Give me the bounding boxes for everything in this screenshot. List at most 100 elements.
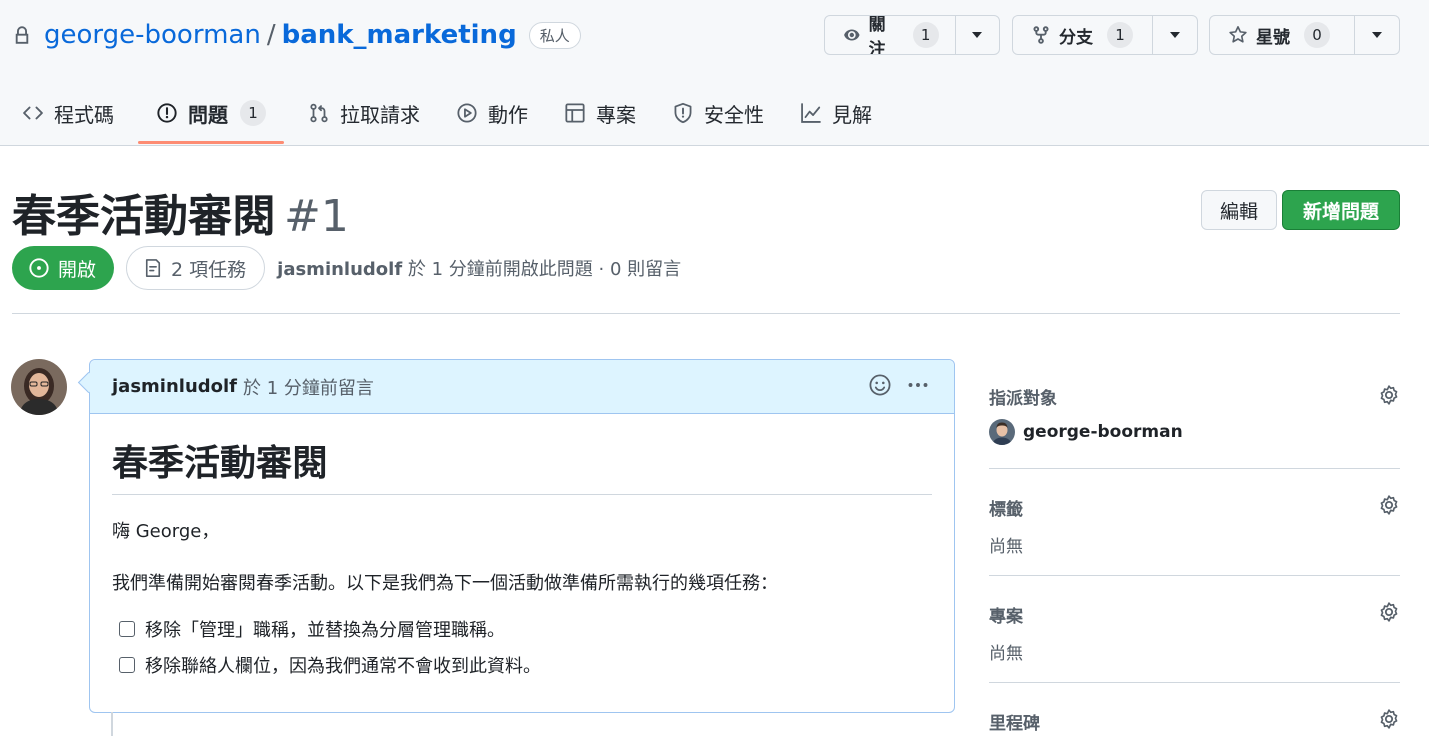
comment-body: 春季活動審閱 嗨 George， 我們準備開始審閱春季活動。以下是我們為下一個活… <box>90 414 954 683</box>
sidebar-milestone: 里程碑 <box>989 683 1400 736</box>
issue-meta-description: 於 1 分鐘前開啟此問題 · 0 則留言 <box>402 259 682 280</box>
issue-state-badge: 開啟 <box>12 246 115 290</box>
star-label: 星號 <box>1256 27 1290 48</box>
kebab-horizontal-icon[interactable] <box>906 373 930 397</box>
comment-author-link[interactable]: jasminludolf <box>112 376 237 397</box>
tab-issues-label: 問題 <box>188 102 228 127</box>
checklist-icon <box>145 259 161 277</box>
tab-security-label: 安全性 <box>704 102 764 127</box>
issue-state-label: 開啟 <box>58 258 97 281</box>
watch-button[interactable]: 關注 1 <box>825 16 956 54</box>
task-list: 移除「管理」職稱，並替換為分層管理職稱。 移除聯絡人欄位，因為我們通常不會收到此… <box>112 611 932 683</box>
lock-icon <box>15 26 29 44</box>
new-issue-button[interactable]: 新增問題 <box>1282 190 1400 230</box>
star-dropdown-button[interactable] <box>1355 16 1399 54</box>
comment-timestamp[interactable]: 於 1 分鐘前留言 <box>243 374 374 400</box>
comment-header: jasminludolf 於 1 分鐘前留言 <box>90 360 954 414</box>
comment-author-avatar[interactable] <box>11 359 67 415</box>
graph-icon <box>801 103 821 123</box>
gear-icon[interactable] <box>1378 494 1400 516</box>
sidebar-labels-empty: 尚無 <box>989 537 1023 557</box>
fork-button-group: 分支 1 <box>1012 15 1198 55</box>
comment-heading: 春季活動審閱 <box>112 434 932 495</box>
user-avatar-icon <box>989 419 1015 445</box>
sidebar-assignees-title[interactable]: 指派對象 <box>989 384 1057 409</box>
header-divider <box>12 313 1400 314</box>
tab-insights-label: 見解 <box>832 102 872 127</box>
task-list-item: 移除聯絡人欄位，因為我們通常不會收到此資料。 <box>112 647 932 683</box>
assignee-item[interactable]: george-boorman <box>989 419 1183 445</box>
star-icon <box>1229 26 1247 43</box>
tab-code-label: 程式碼 <box>54 102 114 127</box>
fork-button[interactable]: 分支 1 <box>1013 16 1153 54</box>
tab-pull-requests-label: 拉取請求 <box>340 102 420 127</box>
sidebar-projects-title[interactable]: 專案 <box>989 602 1023 627</box>
fork-dropdown-button[interactable] <box>1153 16 1197 54</box>
caret-down-icon <box>1170 32 1180 38</box>
breadcrumb-separator: / <box>266 20 276 50</box>
caret-down-icon <box>972 32 983 38</box>
issue-meta-text: jasminludolf 於 1 分鐘前開啟此問題 · 0 則留言 <box>277 255 681 281</box>
assignee-name: george-boorman <box>1023 422 1183 442</box>
tab-actions-label: 動作 <box>488 102 528 127</box>
sidebar-labels: 標籤 尚無 <box>989 469 1400 576</box>
user-avatar-icon <box>11 359 67 415</box>
timeline-line <box>111 712 113 736</box>
tab-pull-requests[interactable]: 拉取請求 <box>290 88 438 138</box>
repo-name-link[interactable]: bank_marketing <box>282 20 517 50</box>
repo-breadcrumb: george-boorman / bank_marketing 私人 <box>12 16 581 54</box>
issue-sidebar: 指派對象 george-boorman 標籤 尚無 專案 尚無 里程碑 <box>989 366 1400 736</box>
code-icon <box>23 106 43 120</box>
issue-author-link[interactable]: jasminludolf <box>277 259 402 280</box>
comment-actions <box>868 373 930 397</box>
star-count: 0 <box>1304 22 1330 48</box>
tab-security[interactable]: 安全性 <box>654 88 782 138</box>
visibility-badge: 私人 <box>528 21 581 49</box>
task-text: 移除聯絡人欄位，因為我們通常不會收到此資料。 <box>145 656 541 677</box>
gear-icon[interactable] <box>1378 384 1400 406</box>
tab-code[interactable]: 程式碼 <box>0 88 132 138</box>
repo-header: george-boorman / bank_marketing 私人 關注 1 … <box>0 0 1429 146</box>
caret-down-icon <box>1372 32 1382 38</box>
tab-issues-count: 1 <box>240 100 266 126</box>
tab-projects[interactable]: 專案 <box>546 88 654 138</box>
repo-tabs: 程式碼 問題 1 拉取請求 動作 專案 安全性 見解 <box>0 88 890 146</box>
issue-meta: 開啟 2 項任務 jasminludolf 於 1 分鐘前開啟此問題 · 0 則… <box>12 246 681 290</box>
watch-dropdown-button[interactable] <box>956 16 999 54</box>
watch-button-group: 關注 1 <box>824 15 1000 55</box>
table-icon <box>565 103 585 123</box>
task-progress-label: 2 項任務 <box>171 258 247 281</box>
fork-label: 分支 <box>1059 27 1093 48</box>
watch-count: 1 <box>912 22 939 48</box>
comment-intro: 我們準備開始審閱春季活動。以下是我們為下一個活動做準備所需執行的幾項任務： <box>112 573 778 594</box>
fork-count: 1 <box>1107 22 1133 48</box>
issue-opened-icon <box>157 103 177 123</box>
tab-actions[interactable]: 動作 <box>438 88 546 138</box>
play-icon <box>457 103 477 123</box>
task-list-item: 移除「管理」職稱，並替換為分層管理職稱。 <box>112 611 932 647</box>
task-checkbox[interactable] <box>119 657 135 673</box>
star-button[interactable]: 星號 0 <box>1210 16 1355 54</box>
task-checkbox[interactable] <box>119 621 135 637</box>
tab-issues[interactable]: 問題 1 <box>138 88 284 144</box>
issue-number: #1 <box>284 191 349 242</box>
sidebar-milestone-title[interactable]: 里程碑 <box>989 709 1040 734</box>
issue-title: 春季活動審閱 #1 <box>12 180 349 244</box>
repo-forked-icon <box>1033 26 1049 44</box>
repo-owner-link[interactable]: george-boorman <box>44 20 261 50</box>
sidebar-labels-title[interactable]: 標籤 <box>989 495 1023 520</box>
task-progress-badge[interactable]: 2 項任務 <box>126 246 266 290</box>
edit-button[interactable]: 編輯 <box>1201 190 1277 230</box>
eye-icon <box>844 29 860 41</box>
watch-label: 關注 <box>868 15 886 55</box>
issue-comment: jasminludolf 於 1 分鐘前留言 春季活動審閱 嗨 George， … <box>89 359 955 713</box>
smiley-icon[interactable] <box>868 373 892 397</box>
star-button-group: 星號 0 <box>1209 15 1400 55</box>
gear-icon[interactable] <box>1378 708 1400 730</box>
sidebar-projects-empty: 尚無 <box>989 644 1023 664</box>
tab-insights[interactable]: 見解 <box>782 88 890 138</box>
issue-title-text: 春季活動審閱 <box>12 191 276 242</box>
gear-icon[interactable] <box>1378 601 1400 623</box>
shield-icon <box>674 102 692 124</box>
comment-greeting: 嗨 George， <box>112 521 220 542</box>
